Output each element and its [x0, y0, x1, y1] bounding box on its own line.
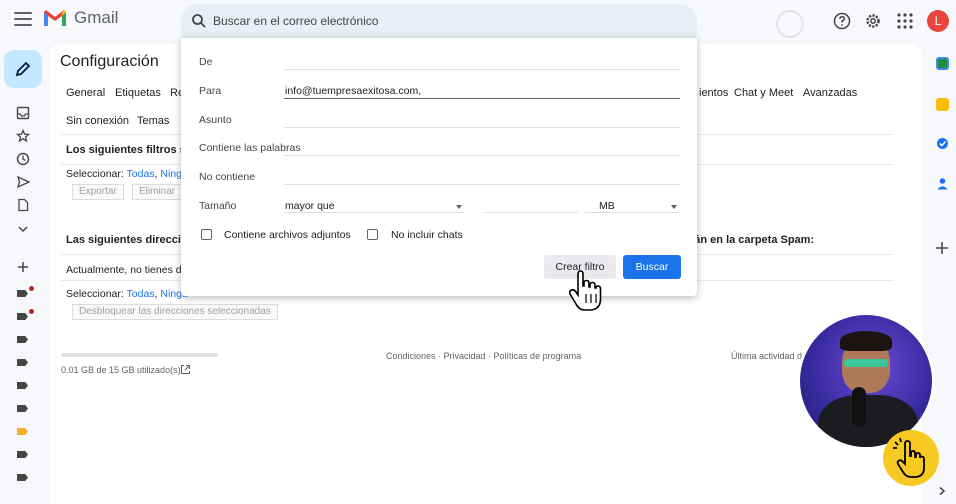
blocked-select-row: Seleccionar: Todas, Ningu — [66, 288, 188, 300]
add-addon-icon[interactable] — [935, 241, 949, 255]
no-chats-checkbox[interactable] — [367, 229, 378, 240]
tab-advanced[interactable]: Avanzadas — [803, 87, 857, 99]
label-tag-icon[interactable] — [17, 336, 28, 343]
size-operator-underline — [284, 212, 464, 213]
label-tag-icon[interactable] — [17, 428, 28, 435]
last-activity-text: Última actividad d — [731, 351, 803, 361]
storage-progress-bar — [61, 353, 218, 357]
label-tag-icon[interactable] — [17, 474, 28, 481]
draft-icon[interactable] — [16, 198, 30, 212]
filters-section-title: Los siguientes filtros se — [66, 144, 192, 156]
label-tag-icon[interactable] — [17, 382, 28, 389]
keep-icon[interactable] — [936, 98, 949, 111]
contacts-icon[interactable] — [936, 177, 949, 190]
compose-button[interactable] — [4, 50, 42, 88]
dropdown-caret-icon — [456, 205, 462, 209]
avatar[interactable]: L — [927, 10, 949, 32]
gear-icon[interactable] — [864, 12, 882, 30]
label-tag-icon[interactable] — [17, 359, 28, 366]
storage-text: 0.01 GB de 15 GB utilizado(s) — [61, 365, 181, 375]
filters-select-row: Seleccionar: Todas, Ning — [66, 168, 182, 180]
delete-button[interactable]: Eliminar — [132, 184, 183, 200]
search-input[interactable]: Buscar en el correo electrónico — [213, 14, 378, 28]
inbox-icon[interactable] — [16, 106, 30, 120]
from-label: De — [199, 56, 213, 68]
to-label: Para — [199, 85, 222, 97]
open-external-icon[interactable] — [180, 364, 191, 375]
apps-grid-icon[interactable] — [896, 12, 914, 30]
search-bar[interactable]: Buscar en el correo electrónico — [181, 4, 697, 38]
label-tag-icon[interactable] — [17, 313, 28, 320]
to-field-underline — [284, 98, 680, 99]
tab-chat-meet[interactable]: Chat y Meet — [734, 87, 793, 99]
from-field[interactable] — [284, 69, 680, 70]
size-unit-underline — [585, 212, 680, 213]
export-button[interactable]: Exportar — [72, 184, 124, 200]
hand-cursor-icon — [568, 270, 602, 311]
has-attachment-checkbox[interactable] — [201, 229, 212, 240]
search-button[interactable]: Buscar — [623, 255, 681, 279]
not-contains-field[interactable] — [284, 184, 680, 185]
gmail-m-icon — [44, 10, 66, 26]
add-label-icon[interactable] — [16, 260, 30, 274]
tab-general[interactable]: General — [66, 87, 105, 99]
tab-offline[interactable]: Sin conexión — [66, 115, 129, 127]
calendar-icon[interactable] — [936, 57, 949, 70]
subject-field[interactable] — [284, 127, 680, 128]
blocked-status-text: Actualmente, no tienes di — [66, 264, 184, 276]
has-attachment-label[interactable]: Contiene archivos adjuntos — [224, 229, 351, 241]
not-contains-label: No contiene — [199, 171, 256, 183]
no-chats-label[interactable]: No incluir chats — [391, 229, 463, 241]
subject-label: Asunto — [199, 114, 232, 126]
size-operator-value: mayor que — [285, 200, 335, 212]
select-all-link[interactable]: Todas — [127, 288, 155, 300]
tab-labels[interactable]: Etiquetas — [115, 87, 161, 99]
pencil-icon — [15, 61, 31, 77]
has-words-label: Contiene las palabras — [199, 142, 301, 154]
blocked-section-title-end: rán en la carpeta Spam: — [690, 234, 815, 246]
size-label: Tamaño — [199, 200, 237, 212]
unblock-button[interactable]: Desbloquear las direcciones seleccionada… — [72, 304, 278, 320]
microphone-icon — [852, 387, 866, 427]
select-none-link[interactable]: Ning — [160, 168, 182, 180]
tab-themes[interactable]: Temas — [137, 115, 169, 127]
select-all-link[interactable]: Todas — [127, 168, 155, 180]
help-icon[interactable] — [833, 12, 851, 30]
label-tag-icon[interactable] — [17, 451, 28, 458]
tasks-icon[interactable] — [936, 137, 949, 150]
watermark-logo — [776, 10, 804, 38]
main-menu-button[interactable] — [14, 12, 32, 26]
tab-accounts-partial[interactable]: ientos — [699, 87, 728, 99]
label-unread-dot — [29, 286, 34, 291]
clock-icon[interactable] — [16, 152, 30, 166]
label-unread-dot — [29, 309, 34, 314]
dropdown-caret-icon — [671, 205, 677, 209]
label-tag-icon[interactable] — [17, 405, 28, 412]
size-unit-value: MB — [599, 200, 615, 212]
hand-badge-icon — [883, 430, 939, 486]
send-icon[interactable] — [16, 175, 30, 189]
page-title: Configuración — [60, 53, 159, 70]
footer-links[interactable]: Condiciones · Privacidad · Políticas de … — [386, 351, 581, 361]
star-icon[interactable] — [16, 129, 30, 143]
label-tag-icon[interactable] — [17, 290, 28, 297]
blocked-section-title: Las siguientes direccio — [66, 234, 188, 246]
chevron-down-icon[interactable] — [16, 222, 30, 236]
chevron-right-icon[interactable] — [937, 486, 947, 496]
size-value-field[interactable] — [483, 212, 578, 213]
to-field[interactable]: info@tuempresaexitosa.com, — [285, 85, 421, 97]
gmail-logo[interactable]: Gmail — [42, 8, 118, 28]
app-name: Gmail — [74, 8, 119, 27]
has-words-field[interactable] — [284, 155, 680, 156]
create-filter-dialog: De Para info@tuempresaexitosa.com, Asunt… — [181, 38, 697, 296]
search-icon[interactable] — [191, 13, 207, 29]
